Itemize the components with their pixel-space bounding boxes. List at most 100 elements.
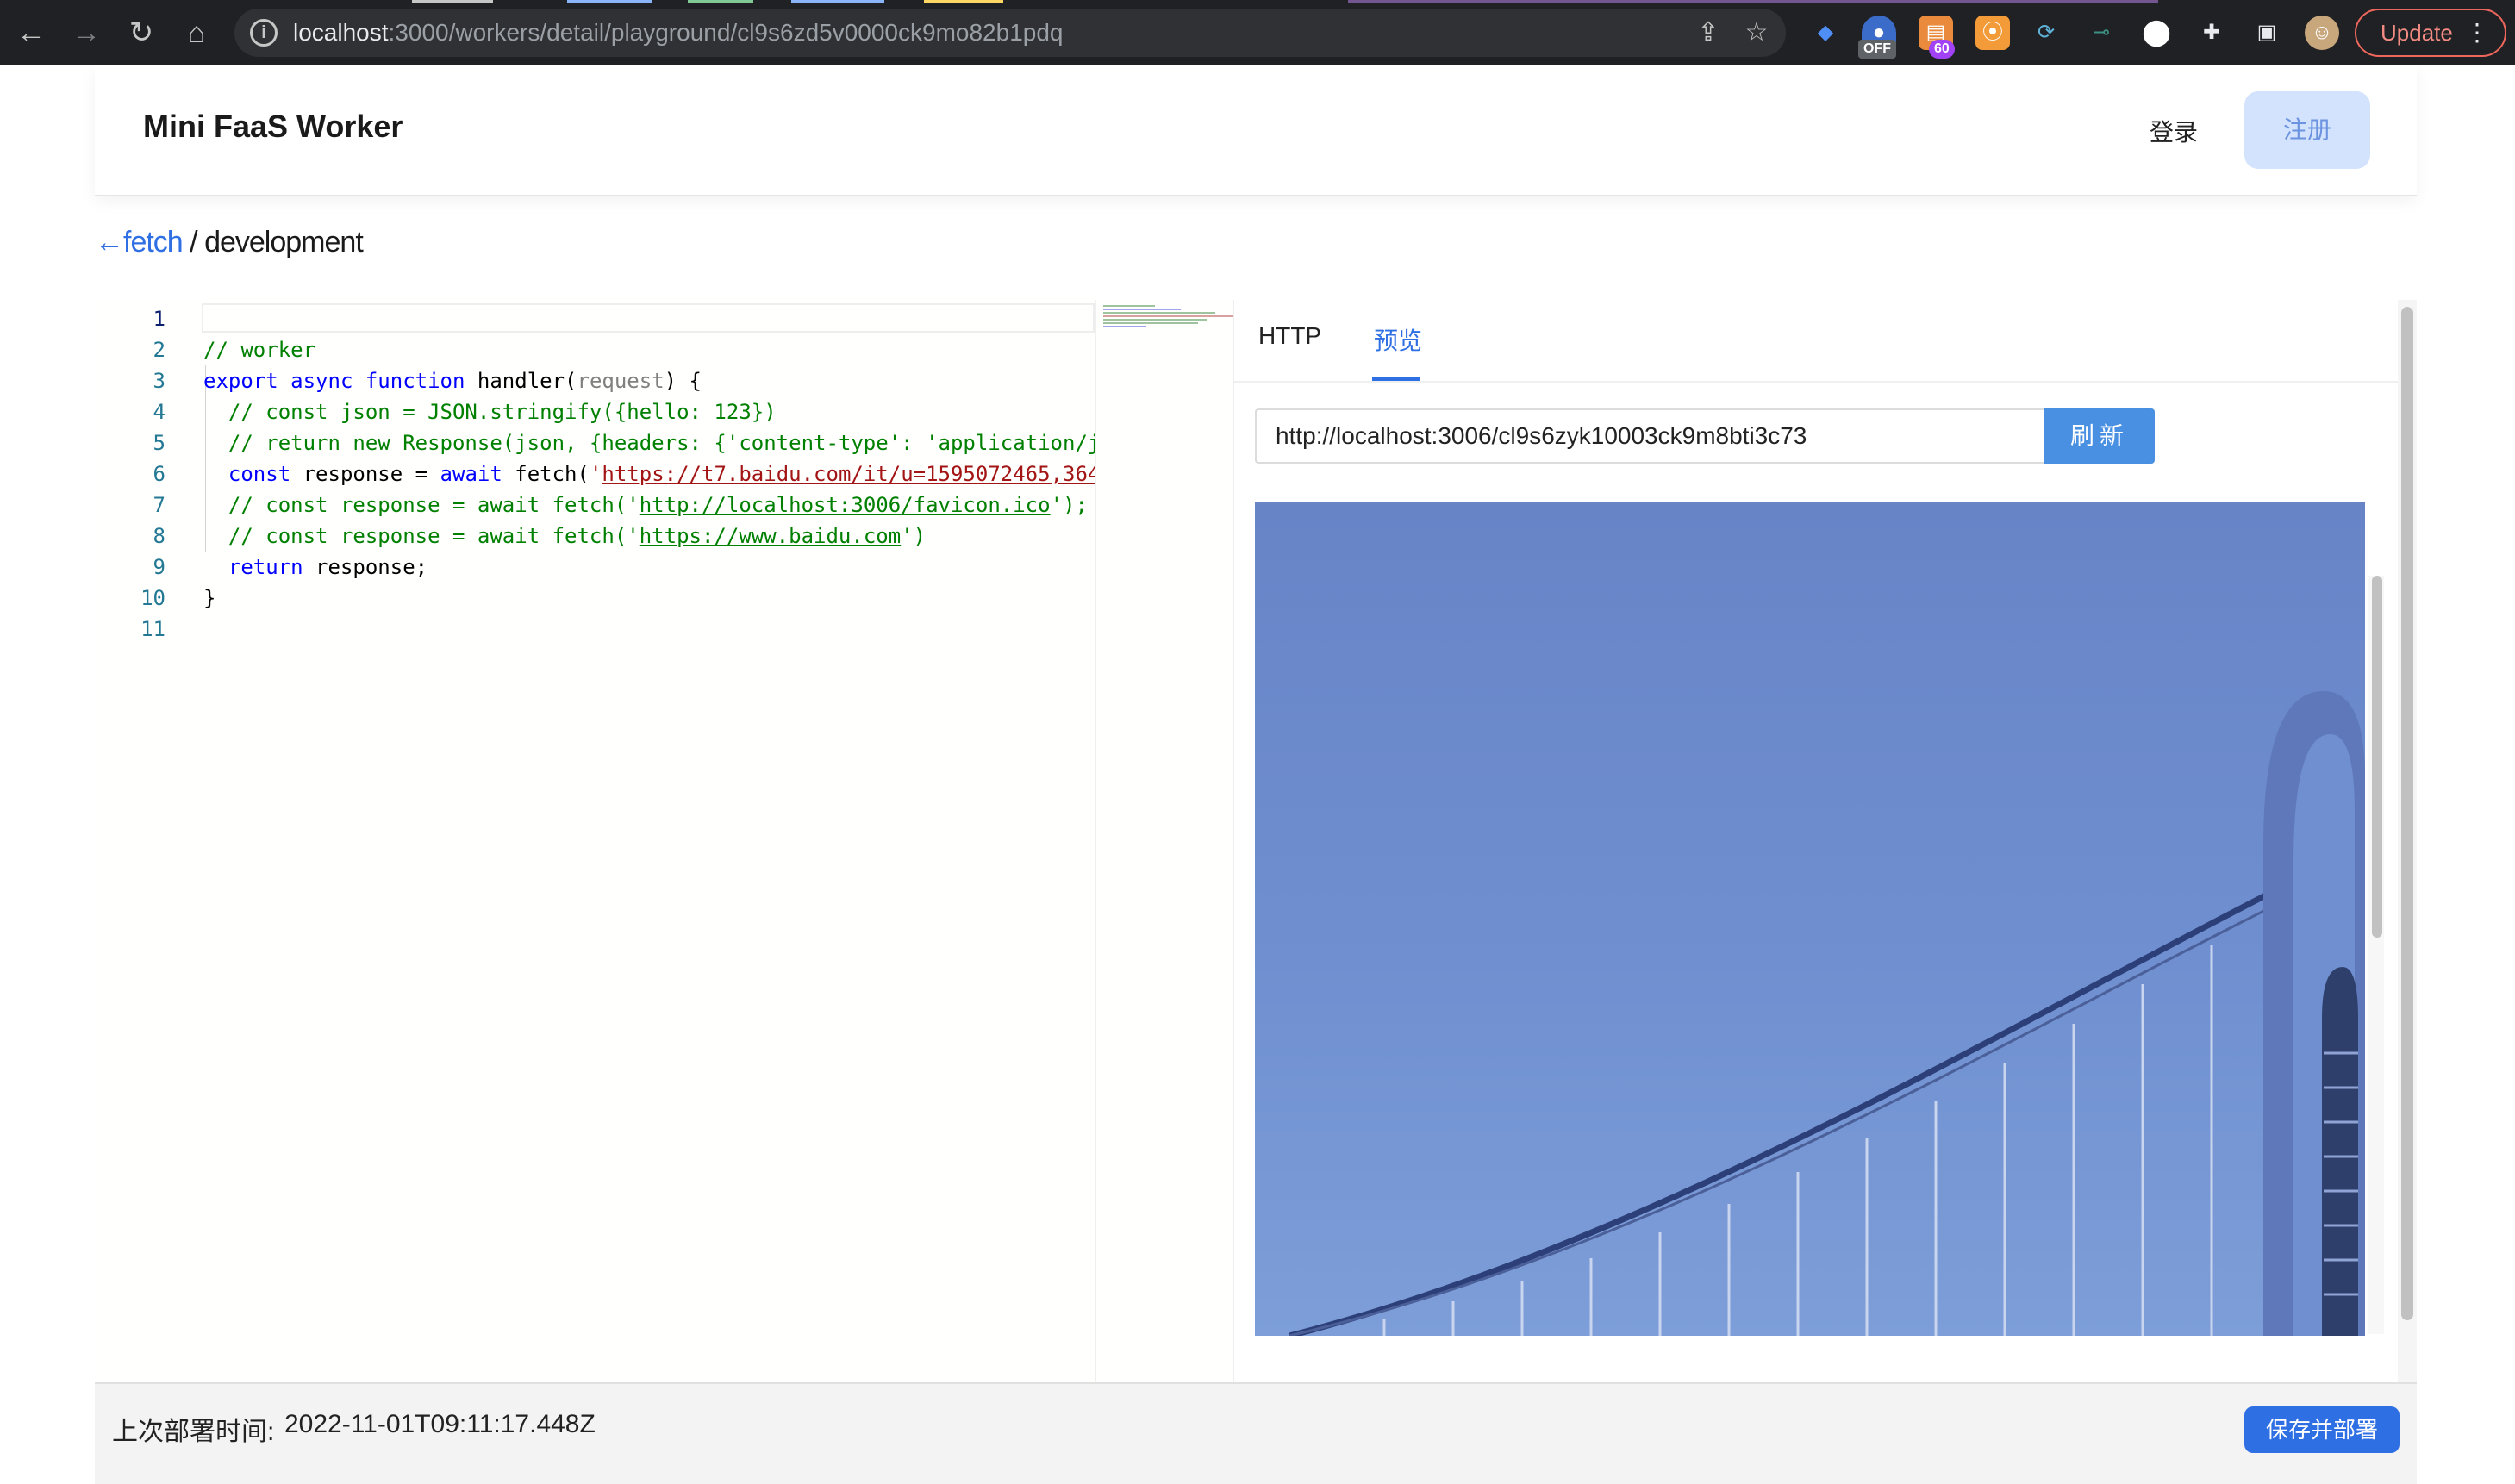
tab-preview[interactable]: 预览 [1374,322,1422,357]
back-to-worker-link[interactable]: ←fetch [95,226,184,259]
editor-minimap[interactable] [1095,300,1233,1384]
app-root: Mini FaaS Worker 登录 注册 ←fetch / developm… [95,65,2417,1484]
rss-extension-icon[interactable]: ⦿ [1975,16,2010,50]
last-deploy-label: 上次部署时间: [112,1418,275,1446]
preview-url-input[interactable]: http://localhost:3006/cl9s6zyk10003ck9m8… [1255,408,2044,464]
puzzle-extensions-icon[interactable]: ✚ [2194,16,2229,50]
tab-strip-hint [924,0,1003,3]
tab-strip-hint [1348,0,2158,3]
comment-link[interactable]: https://www.baidu.com [640,524,901,548]
tab-strip-hint [688,0,753,3]
minimap-line [1103,309,1181,310]
kw-async: async [290,369,353,393]
home-icon[interactable]: ⌂ [176,12,217,53]
login-link[interactable]: 登录 [2150,114,2198,148]
minimap-line [1103,326,1146,327]
extension-count-badge: 60 [1929,40,1955,59]
profile-avatar-icon[interactable]: ☺ [2305,16,2339,50]
refresh-button[interactable]: 刷新 [2044,408,2155,464]
code-line-6: const response = await fetch('https://t7… [203,462,1100,486]
link-extension-icon[interactable]: ⊸ [2084,16,2119,50]
tab-http[interactable]: HTTP [1258,322,1321,350]
kw-return: return [228,555,303,579]
kw-const: const [228,462,291,486]
save-and-deploy-button[interactable]: 保存并部署 [2244,1406,2400,1453]
menu-dots-icon[interactable]: ⋮ [2465,10,2489,55]
url-host: localhost [293,19,389,46]
deploy-footer: 上次部署时间: 2022-11-01T09:11:17.448Z 保存并部署 [95,1382,2417,1484]
update-label: Update [2381,20,2453,46]
panel-vertical-scroll-thumb[interactable] [2401,307,2413,1320]
reload-icon[interactable]: ↻ [121,12,162,53]
tab-strip-hint [791,0,884,3]
comment-text: // const response = await fetch(' [203,493,640,517]
update-button[interactable]: Update ⋮ [2355,9,2506,57]
minimap-line [1103,315,1233,317]
tab-divider [1234,381,2398,383]
comment-text: '); [1050,493,1088,517]
tab-strip-hint [567,0,652,3]
code-line-10: } [203,586,216,610]
minimap-line [1103,305,1155,307]
preview-image [1255,502,2365,1336]
bridge-illustration [1289,691,2365,1336]
code-editor[interactable]: 1 2 3 4 5 6 7 8 9 10 11 // worker export… [95,300,1100,1384]
record-extension-icon[interactable]: ⬤ [2139,16,2174,50]
code-text: fetch( [502,462,590,486]
line-number: 10 [140,586,165,610]
code-line-7: // const response = await fetch('http://… [203,493,1088,517]
back-icon[interactable]: ← [10,12,52,53]
site-info-icon[interactable]: i [250,19,278,47]
minimap-line [1103,312,1215,314]
line-number-gutter: 1 2 3 4 5 6 7 8 9 10 11 [95,300,197,1384]
app-header: Mini FaaS Worker 登录 注册 [95,65,2417,196]
address-url[interactable]: localhost:3000/workers/detail/playground… [293,9,1063,57]
kw-function: function [365,369,465,393]
line-number: 7 [153,493,165,517]
brand-title[interactable]: Mini FaaS Worker [143,109,403,145]
string-quote: ' [589,462,602,486]
line-number: 5 [153,431,165,455]
url-path: :3000/workers/detail/playground/cl9s6zd5… [388,19,1064,46]
minimap-line [1103,322,1198,324]
line-number: 1 [153,307,165,331]
fn-name: handler( [465,369,577,393]
register-button[interactable]: 注册 [2244,91,2370,169]
line-number: 4 [153,400,165,424]
line-number: 2 [153,338,165,362]
comment-text: // const response = await fetch(' [203,524,640,548]
sync-extension-icon[interactable]: ⟳ [2029,16,2063,50]
last-deploy-time: 2022-11-01T09:11:17.448Z [284,1410,596,1438]
breadcrumb: ←fetch / development [95,226,364,259]
fn-param: request [577,369,665,393]
address-bar[interactable]: i localhost:3000/workers/detail/playgrou… [234,9,1786,57]
breadcrumb-separator: / [190,226,198,259]
code-text: response = [290,462,440,486]
extension-off-badge: OFF [1858,40,1896,59]
line-number: 3 [153,369,165,393]
forward-icon[interactable]: → [66,12,107,53]
line-number: 6 [153,462,165,486]
response-panel: HTTP 预览 http://localhost:3006/cl9s6zyk10… [1234,300,2417,1425]
side-panel-icon[interactable]: ▣ [2250,16,2284,50]
breadcrumb-environment: development [204,226,364,259]
line-number: 11 [140,617,165,641]
comment-link[interactable]: http://localhost:3006/favicon.ico [640,493,1051,517]
string-link[interactable]: https://t7.baidu.com/it/u=1595072465,364 [602,462,1100,486]
code-line-9: return response; [203,555,427,579]
preview-vertical-scroll-thumb[interactable] [2372,576,2382,938]
code-line-2: // worker [203,338,316,362]
kw-export: export [203,369,278,393]
gem-extension-icon[interactable]: ◆ [1808,16,1843,50]
code-text: response; [303,555,428,579]
code-line-4: // const json = JSON.stringify({hello: 1… [203,400,777,424]
kw-await: await [440,462,502,486]
minimap-line [1103,319,1207,321]
line-number: 8 [153,524,165,548]
bookmark-star-icon[interactable]: ☆ [1739,16,1774,50]
code-line-5: // return new Response(json, {headers: {… [203,431,1101,455]
current-line-highlight [202,303,1095,333]
tab-strip-hint [412,0,493,3]
share-icon[interactable]: ⇪ [1691,16,1726,50]
code-line-8: // const response = await fetch('https:/… [203,524,926,548]
